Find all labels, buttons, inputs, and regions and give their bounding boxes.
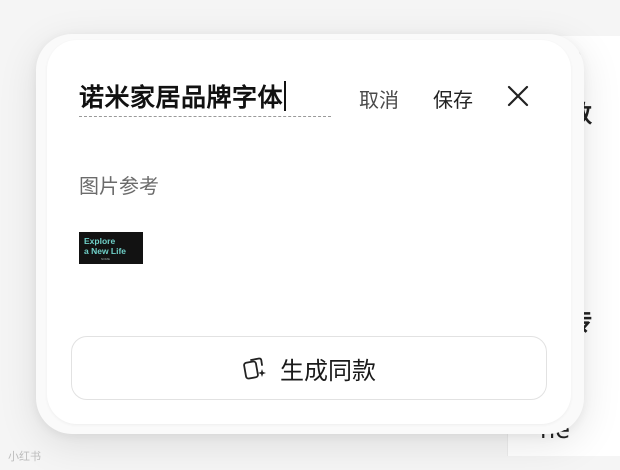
generate-same-style-button[interactable]: 生成同款 (71, 336, 547, 400)
watermark: 小红书 (8, 450, 41, 463)
reference-image-text: Explore (84, 236, 116, 246)
text-caret (284, 81, 287, 111)
copy-sparkle-icon (243, 357, 266, 380)
close-icon (507, 85, 529, 107)
cancel-button[interactable]: 取消 (359, 84, 399, 113)
reference-image-text: a New Life (84, 246, 127, 256)
generate-same-style-label: 生成同款 (280, 356, 376, 385)
style-card-dialog: 诺米家居品牌字体 取消 保存 图片参考 Explore a New Life N… (47, 40, 571, 424)
reference-image-thumbnail[interactable]: Explore a New Life NOME (79, 232, 143, 264)
reference-image-text: NOME (101, 257, 110, 261)
title-input[interactable]: 诺米家居品牌字体 (79, 76, 331, 117)
save-button[interactable]: 保存 (433, 84, 473, 113)
close-button[interactable] (505, 83, 531, 109)
screen: a 数 o n n 传 s ne 诺米家居品牌字体 取消 保存 图片参考 Exp… (0, 0, 620, 470)
section-label-image-reference: 图片参考 (79, 174, 159, 198)
title-input-value: 诺米家居品牌字体 (79, 83, 284, 112)
